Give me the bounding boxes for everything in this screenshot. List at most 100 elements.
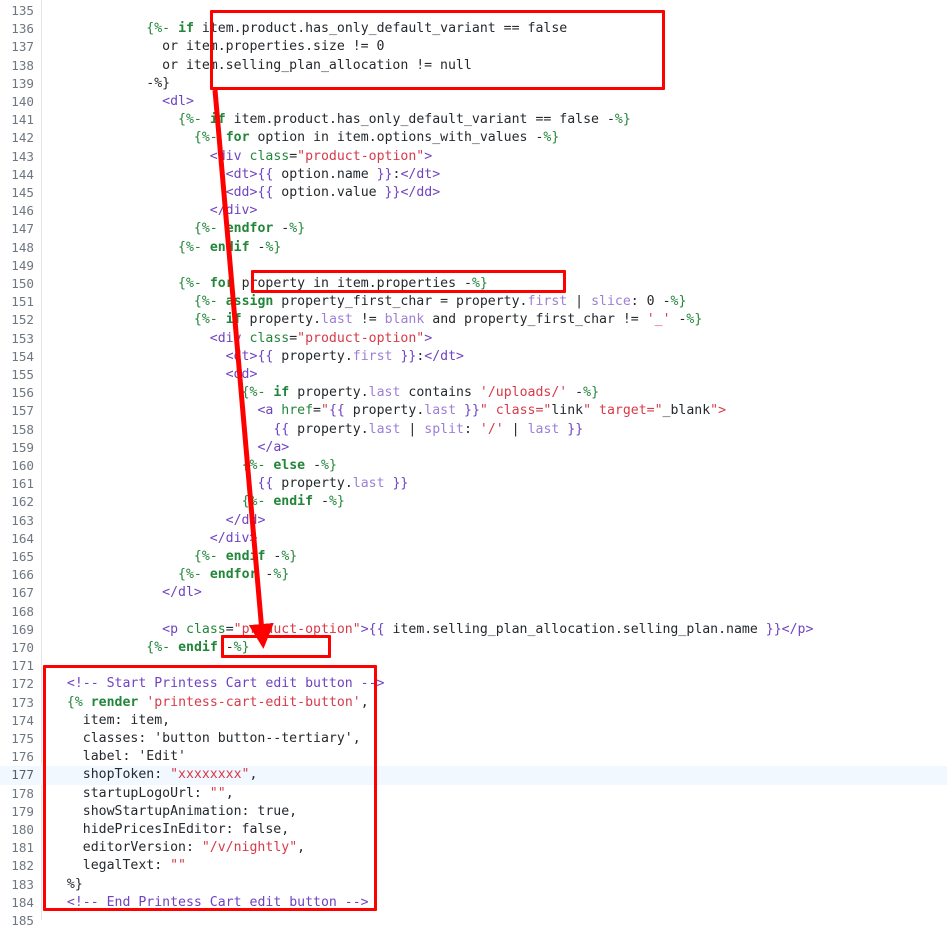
code-text[interactable]: {%- if item.product.has_only_default_var…: [51, 111, 631, 129]
code-line[interactable]: 168: [0, 603, 947, 621]
line-number: 159: [11, 439, 34, 455]
code-line[interactable]: 140 <dl>: [0, 93, 947, 111]
line-number: 148: [11, 239, 34, 255]
line-number: 136: [11, 21, 34, 37]
code-text[interactable]: {%- if property.last contains '/uploads/…: [51, 384, 599, 402]
code-line[interactable]: 145 <dd>{{ option.value }}</dd>: [0, 184, 947, 202]
code-text[interactable]: {%- assign property_first_char = propert…: [51, 293, 687, 311]
line-number: 142: [11, 130, 34, 146]
code-text[interactable]: <dd>: [51, 366, 258, 384]
code-line[interactable]: 154 <dt>{{ property.first }}:</dt>: [0, 348, 947, 366]
line-number: 182: [11, 858, 34, 874]
code-line[interactable]: 167 </dl>: [0, 584, 947, 602]
line-number: 168: [11, 603, 34, 619]
code-text[interactable]: {%- for option in item.options_with_valu…: [51, 129, 559, 147]
code-text[interactable]: </div>: [51, 530, 258, 548]
code-viewer[interactable]: 135 136 {%- if item.product.has_only_defa…: [0, 0, 947, 928]
line-number: 177: [11, 767, 34, 783]
code-line[interactable]: 161 {{ property.last }}: [0, 475, 947, 493]
code-text[interactable]: {%- endif -%}: [51, 639, 249, 657]
line-number: 176: [11, 749, 34, 765]
code-text[interactable]: <p class="product-option">{{ item.sellin…: [51, 621, 813, 639]
code-line[interactable]: 163 </dd>: [0, 512, 947, 530]
code-line[interactable]: 146 </div>: [0, 202, 947, 220]
code-text[interactable]: {%- endif -%}: [51, 239, 281, 257]
line-number: 151: [11, 294, 34, 310]
code-text[interactable]: <dt>{{ option.name }}:</dt>: [51, 166, 441, 184]
line-number: 167: [11, 585, 34, 601]
code-text[interactable]: </div>: [51, 202, 258, 220]
code-line[interactable]: 170 {%- endif -%}: [0, 639, 947, 657]
line-number: 171: [11, 658, 34, 674]
code-line[interactable]: 165 {%- endif -%}: [0, 548, 947, 566]
line-number: 164: [11, 530, 34, 546]
code-text[interactable]: <dd>{{ option.value }}</dd>: [51, 184, 440, 202]
code-text[interactable]: <a href="{{ property.last }}" class="lin…: [51, 402, 726, 420]
line-number: 138: [11, 57, 34, 73]
code-text[interactable]: </dl>: [51, 584, 202, 602]
code-text[interactable]: <div class="product-option">: [51, 148, 432, 166]
code-text[interactable]: {%- endfor -%}: [51, 566, 289, 584]
line-number: 161: [11, 476, 34, 492]
line-number: 154: [11, 348, 34, 364]
code-line[interactable]: 142 {%- for option in item.options_with_…: [0, 129, 947, 147]
line-number: 170: [11, 640, 34, 655]
code-text[interactable]: {{ property.last | split: '/' | last }}: [51, 421, 583, 439]
line-number: 160: [11, 458, 34, 473]
line-number: 181: [11, 840, 34, 856]
code-text[interactable]: <dl>: [51, 93, 194, 111]
code-text[interactable]: {{ property.last }}: [51, 475, 408, 493]
highlight-box-endif: [221, 635, 331, 658]
code-line[interactable]: 157 <a href="{{ property.last }}" class=…: [0, 402, 947, 420]
line-number: 135: [11, 3, 34, 18]
line-number: 143: [11, 148, 34, 164]
line-number: 152: [11, 312, 34, 328]
code-text[interactable]: </dd>: [51, 512, 266, 530]
line-number: 141: [11, 112, 34, 128]
code-line[interactable]: 166 {%- endfor -%}: [0, 566, 947, 584]
line-number: 178: [11, 785, 34, 801]
highlight-box-if-condition: [210, 10, 665, 90]
code-line[interactable]: 141 {%- if item.product.has_only_default…: [0, 111, 947, 129]
code-line[interactable]: 144 <dt>{{ option.name }}:</dt>: [0, 166, 947, 184]
code-text[interactable]: </a>: [51, 439, 289, 457]
code-text[interactable]: <dt>{{ property.first }}:</dt>: [51, 348, 464, 366]
code-text[interactable]: {%- endfor -%}: [51, 220, 305, 238]
code-text[interactable]: {%- if property.last != blank and proper…: [51, 311, 702, 329]
code-line[interactable]: 153 <div class="product-option">: [0, 330, 947, 348]
line-number: 140: [11, 94, 34, 109]
code-text[interactable]: {%- else -%}: [51, 457, 337, 475]
code-text[interactable]: {%- endif -%}: [51, 493, 345, 511]
code-line[interactable]: 148 {%- endif -%}: [0, 239, 947, 257]
code-line[interactable]: 156 {%- if property.last contains '/uplo…: [0, 384, 947, 402]
line-number: 166: [11, 567, 34, 583]
code-line[interactable]: 143 <div class="product-option">: [0, 148, 947, 166]
line-number: 165: [11, 549, 34, 564]
line-number: 185: [11, 913, 34, 928]
line-number: 144: [11, 166, 34, 182]
line-number: 153: [11, 330, 34, 346]
code-line[interactable]: 152 {%- if property.last != blank and pr…: [0, 311, 947, 329]
line-number: 150: [11, 276, 34, 291]
code-line[interactable]: 159 </a>: [0, 439, 947, 457]
code-line[interactable]: 155 <dd>: [0, 366, 947, 384]
line-number: 174: [11, 712, 34, 728]
line-number: 149: [11, 257, 34, 273]
code-text[interactable]: {%- endif -%}: [51, 548, 297, 566]
code-line[interactable]: 147 {%- endfor -%}: [0, 220, 947, 238]
line-number: 179: [11, 803, 34, 819]
code-line[interactable]: 162 {%- endif -%}: [0, 493, 947, 511]
code-line[interactable]: 158 {{ property.last | split: '/' | last…: [0, 421, 947, 439]
code-text[interactable]: -%}: [51, 75, 170, 93]
code-line[interactable]: 169 <p class="product-option">{{ item.se…: [0, 621, 947, 639]
code-line[interactable]: 151 {%- assign property_first_char = pro…: [0, 293, 947, 311]
code-line[interactable]: 185: [0, 912, 947, 930]
line-number: 155: [11, 367, 34, 382]
line-number: 146: [11, 203, 34, 219]
line-number: 184: [11, 894, 34, 910]
line-number: 172: [11, 676, 34, 692]
code-line[interactable]: 160 {%- else -%}: [0, 457, 947, 475]
code-line[interactable]: 164 </div>: [0, 530, 947, 548]
code-text[interactable]: <div class="product-option">: [51, 330, 432, 348]
line-number: 163: [11, 512, 34, 528]
